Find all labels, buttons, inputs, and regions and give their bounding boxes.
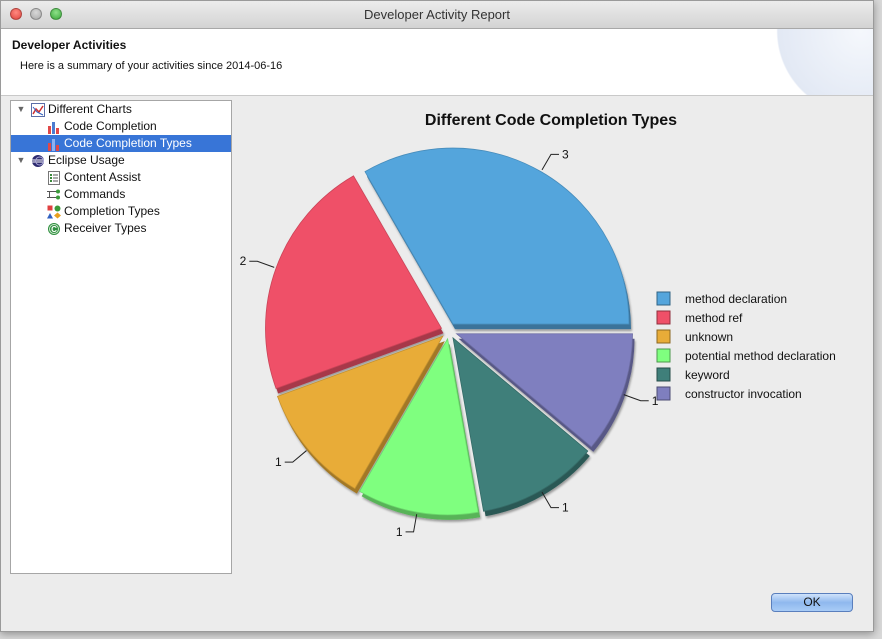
tree-item-code-completion-types[interactable]: Code Completion Types [11,135,231,152]
chart-panel: Different Code Completion Types 321111 m… [237,99,867,574]
tree-item-commands[interactable]: Commands [11,186,231,203]
tree-item-label: Content Assist [64,170,141,184]
receiver-icon: C [47,222,61,236]
title-bar: Developer Activity Report [1,1,873,29]
tree-item-label: Receiver Types [64,221,147,235]
data-label: 1 [396,525,403,539]
expand-triangle-icon[interactable]: ▼ [15,101,27,118]
eclipse-icon [31,154,45,168]
shapes-icon [47,205,61,219]
pie-slices [265,147,635,520]
header-decoration [763,29,873,95]
tree-item-label: Completion Types [64,204,160,218]
commands-icon [47,188,61,202]
tree-item-different-charts[interactable]: ▼ Different Charts [11,101,231,118]
data-label-leader-line [623,394,649,402]
data-label-leader-line [284,450,307,463]
bar-chart-icon [47,137,61,151]
data-label: 1 [562,501,569,515]
legend-label: method declaration [685,292,787,306]
charts-icon [31,103,45,117]
legend-label: potential method declaration [685,349,836,363]
report-tree: ▼ Different Charts Code Completion Code … [10,100,232,574]
chart-legend: method declaration method ref unknown poten… [656,291,836,401]
list-icon [47,171,61,185]
tree-item-code-completion[interactable]: Code Completion [11,118,231,135]
pie-chart: Different Code Completion Types 321111 m… [240,112,836,539]
data-label-leader-line [249,260,275,268]
header-subtitle: Here is a summary of your activities sin… [20,60,283,72]
dialog-header: Developer Activities Here is a summary o… [1,29,873,96]
header-title: Developer Activities [12,38,127,52]
expand-triangle-icon[interactable]: ▼ [15,152,27,169]
data-label: 1 [275,455,282,469]
tree-item-label: Commands [64,187,126,201]
tree-item-label: Code Completion [64,119,157,133]
tree-item-label: Code Completion Types [64,136,192,150]
chart-title: Different Code Completion Types [425,112,677,129]
report-window: Developer Activity Report Developer Acti… [0,0,874,632]
legend-label: constructor invocation [685,387,802,401]
tree-item-label: Different Charts [48,102,132,116]
legend-label: method ref [685,311,743,325]
legend-swatch [656,329,671,344]
window-title: Developer Activity Report [364,7,510,22]
data-label-leader-line [405,514,418,533]
legend-swatch [656,291,671,306]
legend-label: unknown [685,330,733,344]
tree-item-completion-types[interactable]: Completion Types [11,203,231,220]
legend-swatch [656,310,671,325]
tree-item-receiver-types[interactable]: C Receiver Types [11,220,231,237]
tree-item-content-assist[interactable]: Content Assist [11,169,231,186]
legend-swatch [656,386,671,401]
legend-swatch [656,367,671,382]
legend-swatch [656,348,671,363]
data-label-leader-line [541,153,559,171]
tree-item-label: Eclipse Usage [48,153,125,167]
legend-label: keyword [685,368,730,382]
svg-text:C: C [51,225,57,234]
tree-item-eclipse-usage[interactable]: ▼ Eclipse Usage [11,152,231,169]
bar-chart-icon [47,120,61,134]
data-label: 2 [240,254,247,268]
ok-button[interactable]: OK [771,593,853,612]
data-label: 3 [562,147,569,161]
